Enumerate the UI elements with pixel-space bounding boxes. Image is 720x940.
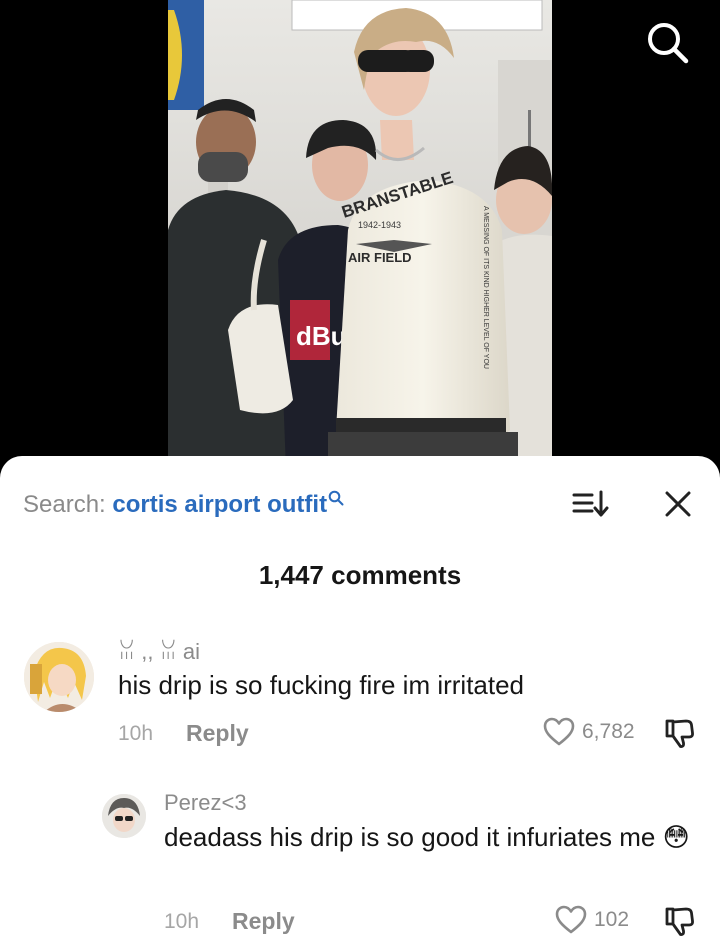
sort-button[interactable]	[570, 486, 610, 522]
video-player[interactable]: dBu BRANSTABLE 1942-1943 AIR FIELD A MES…	[0, 0, 720, 470]
sort-icon	[572, 490, 609, 517]
search-suggestion[interactable]: Search: cortis airport outfit	[23, 490, 344, 519]
comment-text: his drip is so fucking fire im irritated	[118, 670, 525, 700]
bag-print: dBu	[296, 321, 347, 351]
heart-icon	[555, 905, 587, 934]
comment-username[interactable]: ꈍ ,, ꈍ ai	[118, 636, 200, 665]
comment-text: deadass his drip is so good it infuriate…	[164, 822, 690, 852]
reply-button[interactable]: Reply	[186, 720, 249, 747]
avatar-image	[102, 794, 146, 838]
search-prefix: Search:	[23, 491, 113, 518]
comments-sheet: Search: cortis airport outfit 1,447 comm…	[0, 456, 720, 940]
comment-time: 10h	[164, 910, 200, 933]
search-small-icon	[328, 490, 344, 506]
dislike-button[interactable]	[662, 716, 696, 750]
like-count: 6,782	[582, 720, 635, 743]
dislike-button[interactable]	[662, 904, 696, 938]
thumbs-down-icon	[665, 719, 694, 748]
heart-icon	[543, 717, 575, 746]
search-button[interactable]	[642, 18, 692, 68]
sleeve-print: A MESSING OF ITS KIND HIGHER LEVEL OF YO…	[482, 206, 489, 369]
close-icon	[665, 491, 691, 517]
like-button[interactable]: 102	[554, 904, 629, 936]
video-still-image: dBu BRANSTABLE 1942-1943 AIR FIELD A MES…	[168, 0, 552, 470]
like-count: 102	[594, 908, 630, 931]
search-icon	[648, 23, 689, 64]
shirt-print-sub: AIR FIELD	[348, 250, 412, 265]
avatar[interactable]	[24, 642, 94, 712]
search-term-link[interactable]: cortis airport outfit	[112, 491, 327, 518]
comment-username[interactable]: Perez<3	[164, 790, 247, 816]
like-button[interactable]: 6,782	[542, 716, 635, 748]
close-comments-button[interactable]	[660, 486, 696, 522]
reply-button[interactable]: Reply	[232, 908, 295, 935]
comment-time: 10h	[118, 722, 154, 745]
video-frame[interactable]: dBu BRANSTABLE 1942-1943 AIR FIELD A MES…	[168, 0, 552, 470]
avatar-image	[24, 642, 94, 712]
avatar[interactable]	[102, 794, 146, 838]
thumbs-down-icon	[665, 907, 694, 936]
comments-count: 1,447 comments	[258, 560, 462, 590]
comments-header: Search: cortis airport outfit	[0, 478, 720, 528]
shirt-print-years: 1942-1943	[358, 220, 401, 230]
